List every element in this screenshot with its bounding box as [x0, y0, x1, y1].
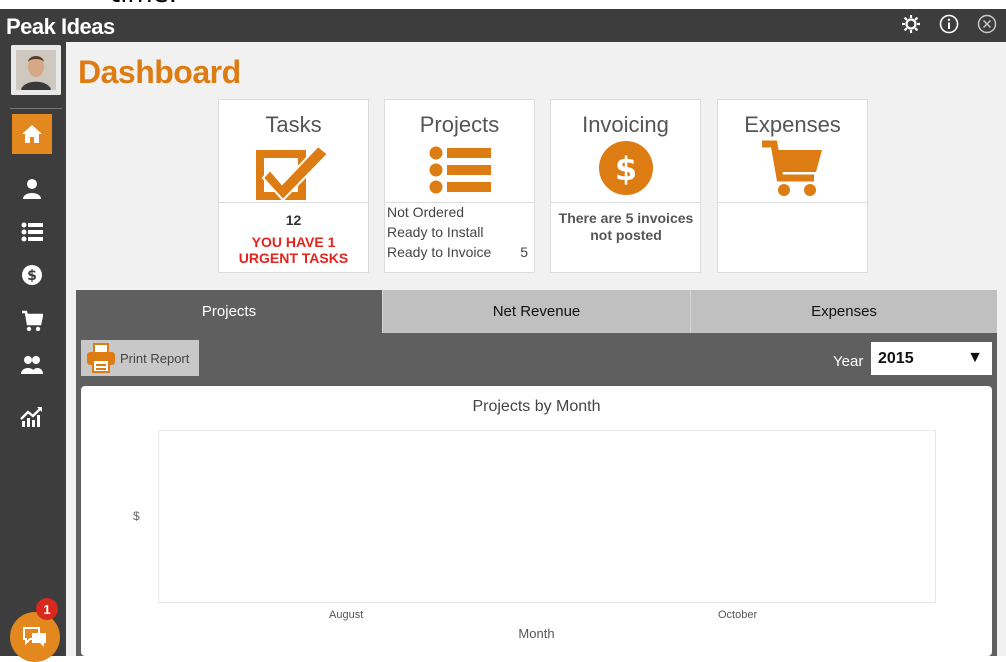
print-report-button[interactable]: Print Report [81, 340, 199, 376]
year-label: Year [833, 353, 864, 370]
invoicing-card-body: There are 5 invoices not posted [551, 206, 700, 244]
cart-icon [22, 310, 43, 332]
tab-projects[interactable]: Projects [76, 290, 382, 333]
page-title: Dashboard [78, 54, 241, 90]
cart-icon [718, 140, 867, 198]
list-icon [385, 144, 534, 194]
avatar[interactable] [11, 45, 61, 95]
dollar-icon: $ [22, 265, 42, 285]
team-icon [21, 356, 43, 374]
card-divider [718, 202, 867, 203]
projects-card-title: Projects [419, 112, 500, 137]
notification-badge: 1 [36, 598, 58, 620]
sidebar-item-home[interactable] [12, 114, 52, 154]
y-axis-label: $ [133, 509, 140, 523]
clipped-text-fragment: time. [110, 0, 177, 8]
chat-button[interactable] [10, 612, 60, 662]
svg-text:$: $ [614, 150, 636, 188]
chart-panel: Print Report Year 2015 ▼ Projects by Mon… [76, 333, 997, 656]
dollar-circle-icon: $ [551, 141, 700, 196]
year-select[interactable]: 2015 ▼ [871, 342, 992, 375]
sidebar-item-list[interactable] [12, 212, 52, 252]
urgent-tasks-alert: YOU HAVE 1 URGENT TASKS [238, 234, 349, 266]
title-bar: Peak Ideas [0, 9, 1006, 42]
chart-title: Projects by Month [472, 398, 601, 415]
tasks-count: 12 [285, 212, 302, 228]
uninvoiced-message: There are 5 invoices not posted [558, 210, 694, 243]
chart-icon [20, 407, 42, 427]
card-divider [219, 202, 368, 203]
year-value: 2015 [878, 349, 914, 367]
expenses-card-title: Expenses [744, 112, 841, 137]
project-status-row: Ready to Install [387, 224, 484, 240]
app-title: Peak Ideas [6, 14, 115, 39]
tasks-card-body: 12 YOU HAVE 1 URGENT TASKS [219, 206, 368, 266]
sidebar-item-user[interactable] [12, 169, 52, 209]
card-divider [385, 202, 534, 203]
home-icon [22, 125, 42, 143]
caret-down-icon: ▼ [967, 349, 983, 366]
sidebar-item-reports[interactable] [12, 397, 52, 437]
project-status-row: Not Ordered [387, 204, 465, 220]
x-tick-label: August [329, 609, 364, 621]
checkbox-icon [219, 144, 368, 202]
projects-card[interactable]: Projects Not Ordered Ready to Install Re… [384, 99, 535, 273]
projects-card-body: Not Ordered Ready to Install Ready to In… [385, 204, 534, 264]
printer-icon [87, 343, 115, 373]
sidebar-item-money[interactable]: $ [12, 255, 52, 295]
chart-tabs: Projects Net Revenue Expenses [76, 290, 997, 333]
sidebar: $ 1 [0, 42, 66, 662]
tasks-card-title: Tasks [265, 112, 322, 137]
chat-icon [23, 627, 46, 647]
chart-container: Projects by Month $ August October Month [81, 386, 992, 656]
close-circle-icon[interactable] [976, 13, 998, 35]
project-status-row: Ready to Invoice 5 [387, 244, 528, 260]
list-icon [21, 222, 43, 242]
user-icon [23, 179, 41, 199]
sidebar-item-cart[interactable] [12, 301, 52, 341]
sidebar-item-team[interactable] [12, 345, 52, 385]
tasks-card[interactable]: Tasks 12 YOU HAVE 1 URGENT TASKS [218, 99, 369, 273]
sidebar-divider [10, 108, 62, 109]
expenses-card[interactable]: Expenses [717, 99, 868, 273]
invoicing-card-title: Invoicing [582, 112, 669, 137]
x-tick-label: October [718, 609, 758, 621]
plot-area [158, 430, 936, 603]
invoicing-card[interactable]: Invoicing $ There are 5 invoices not pos… [550, 99, 701, 273]
main-content: Dashboard Tasks 12 YOU HAVE 1 URGENT TAS… [66, 42, 1006, 656]
card-divider [551, 202, 700, 203]
info-icon[interactable] [938, 13, 960, 35]
tab-expenses[interactable]: Expenses [690, 290, 997, 333]
x-axis-label: Month [518, 626, 555, 641]
gear-icon[interactable] [900, 13, 922, 35]
svg-text:$: $ [27, 268, 37, 284]
title-bar-icons [900, 13, 998, 35]
print-report-label: Print Report [120, 350, 190, 366]
tab-net-revenue[interactable]: Net Revenue [382, 290, 690, 333]
